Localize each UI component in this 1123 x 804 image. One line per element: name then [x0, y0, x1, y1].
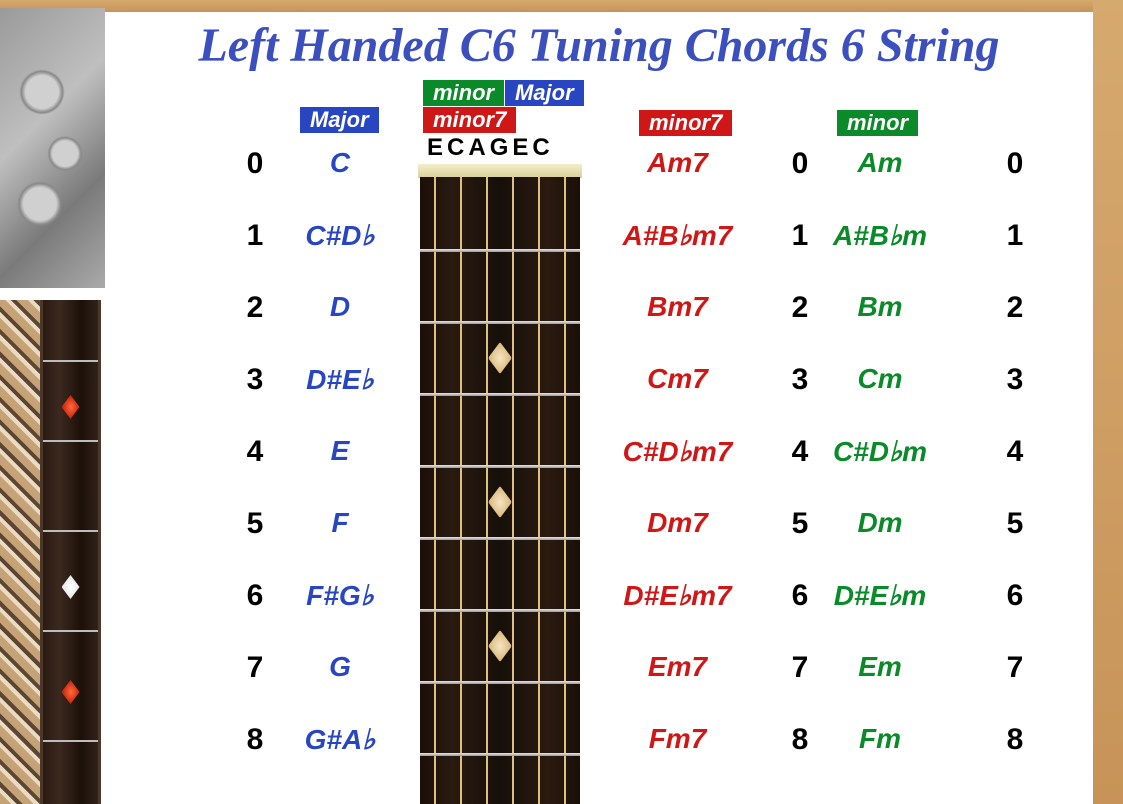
minor-chord: Am: [805, 147, 955, 179]
fret-number-right: 3: [975, 363, 1055, 397]
minor7-chord: Em7: [595, 651, 760, 683]
chord-row: 8G#A♭Fm78Fm8: [105, 723, 1093, 773]
minor-chord: Em: [805, 651, 955, 683]
minor-chord: Dm: [805, 507, 955, 539]
major-chord: G#A♭: [270, 723, 410, 756]
fret-number-right: 4: [975, 435, 1055, 469]
chord-row: 6F#G♭D#E♭m76D#E♭m6: [105, 579, 1093, 629]
chord-row: 5FDm75Dm5: [105, 507, 1093, 557]
major-chord: E: [270, 435, 410, 467]
badge-minor-col: minor: [837, 110, 918, 136]
major-chord: D: [270, 291, 410, 323]
fret-number-right: 0: [975, 147, 1055, 181]
minor-chord: Fm: [805, 723, 955, 755]
badge-major-col: Major: [300, 107, 379, 133]
badge-major-top: Major: [505, 80, 584, 106]
minor-chord: Cm: [805, 363, 955, 395]
minor7-chord: Am7: [595, 147, 760, 179]
fret-marker-icon: [62, 575, 80, 599]
badge-minor7-col: minor7: [639, 110, 732, 136]
chord-row: 7GEm77Em7: [105, 651, 1093, 701]
chart-board: Left Handed C6 Tuning Chords 6 String mi…: [105, 12, 1093, 804]
minor7-chord: A#B♭m7: [595, 219, 760, 252]
frame-right: [1093, 0, 1123, 804]
fret-number-right: 2: [975, 291, 1055, 325]
fret-number-right: 5: [975, 507, 1055, 541]
minor-chord: A#B♭m: [805, 219, 955, 252]
minor7-chord: Dm7: [595, 507, 760, 539]
minor-chord: Bm: [805, 291, 955, 323]
fret-number-right: 7: [975, 651, 1055, 685]
fret-number-right: 6: [975, 579, 1055, 613]
minor7-chord: C#D♭m7: [595, 435, 760, 468]
chord-row: 3D#E♭Cm73Cm3: [105, 363, 1093, 413]
minor7-chord: Fm7: [595, 723, 760, 755]
binding-trim: [0, 300, 42, 804]
fret-marker-icon: [62, 680, 80, 704]
major-chord: G: [270, 651, 410, 683]
chord-chart-page: Left Handed C6 Tuning Chords 6 String mi…: [0, 0, 1123, 804]
frame-top: [0, 0, 1123, 12]
chord-row: 4EC#D♭m74C#D♭m4: [105, 435, 1093, 485]
side-photo-column: [0, 0, 105, 804]
minor-chord: D#E♭m: [805, 579, 955, 612]
major-chord: F: [270, 507, 410, 539]
page-title: Left Handed C6 Tuning Chords 6 String: [105, 18, 1093, 73]
minor-chord: C#D♭m: [805, 435, 955, 468]
chord-row: 0CAm70Am0: [105, 147, 1093, 197]
chord-row: 1C#D♭A#B♭m71A#B♭m1: [105, 219, 1093, 269]
fret-number-right: 1: [975, 219, 1055, 253]
fret-marker-icon: [62, 395, 80, 419]
major-chord: C: [270, 147, 410, 179]
badge-minor: minor: [423, 80, 504, 106]
chord-row: 2DBm72Bm2: [105, 291, 1093, 341]
major-chord: D#E♭: [270, 363, 410, 396]
major-chord: F#G♭: [270, 579, 410, 612]
badge-minor7-left: minor7: [423, 107, 516, 133]
minor7-chord: Cm7: [595, 363, 760, 395]
minor7-chord: D#E♭m7: [595, 579, 760, 612]
major-chord: C#D♭: [270, 219, 410, 252]
side-neck-photo: [40, 300, 101, 804]
fretboard: [420, 177, 580, 804]
headstock-photo: [0, 8, 105, 288]
minor7-chord: Bm7: [595, 291, 760, 323]
fret-number-right: 8: [975, 723, 1055, 757]
